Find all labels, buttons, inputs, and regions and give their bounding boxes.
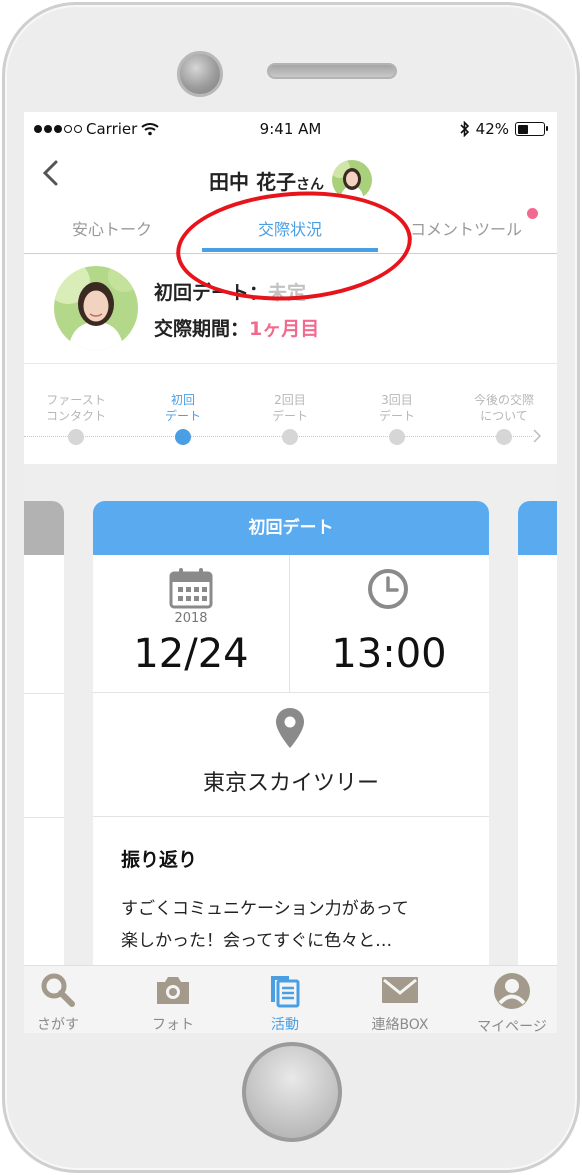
period-value: 1ヶ月目: [249, 318, 320, 340]
calendar-icon: [169, 568, 213, 609]
front-camera: [177, 51, 223, 97]
step-dot-active: [175, 429, 191, 445]
step-third-date[interactable]: 3回目 デート: [352, 392, 442, 424]
next-card[interactable]: [518, 501, 557, 1021]
place-row: 東京スカイツリー: [93, 693, 489, 817]
tab-search[interactable]: さがす: [24, 972, 108, 1033]
bluetooth-icon: [460, 121, 469, 137]
period-line: 交際期間：1ヶ月目: [154, 314, 319, 341]
review-text: すごくコミュニケーション力があって 楽しかった！会ってすぐに色々と…: [121, 899, 409, 951]
card-title: 初回デート: [93, 501, 489, 555]
status-bar: Carrier 9:41 AM 42%: [24, 112, 557, 146]
step-first-date[interactable]: 初回 デート: [138, 392, 228, 424]
date-year: 2018: [174, 611, 208, 626]
step-dot: [496, 429, 512, 445]
search-icon: [41, 973, 75, 1007]
documents-icon: [271, 976, 300, 1008]
date-value: 12/24: [133, 631, 249, 677]
camera-icon: [157, 977, 189, 1004]
tab-activity[interactable]: 活動: [235, 972, 335, 1033]
previous-card[interactable]: [24, 501, 64, 1021]
time-value: 13:00: [331, 631, 447, 677]
battery-percent: 42%: [475, 120, 509, 138]
status-right: 42%: [460, 120, 548, 138]
tab-comment-tool[interactable]: コメントツール: [410, 216, 522, 240]
tab-my-page[interactable]: マイページ: [462, 972, 557, 1033]
tab-photo[interactable]: フォト: [123, 972, 223, 1033]
step-future[interactable]: 今後の交際 について: [459, 392, 549, 424]
page-title: 田中 花子さん: [209, 169, 324, 194]
period-label: 交際期間：: [154, 318, 250, 340]
step-track: [24, 436, 532, 437]
step-dot: [389, 429, 405, 445]
progress-steps: ファースト コンタクト 初回 デート 2回目 デート 3回目 デート 今後の交際 について: [24, 364, 557, 464]
step-dot: [282, 429, 298, 445]
date-card-carousel[interactable]: 初回デート 2018 12/24 13:00 東京スカイツリー 振り返り すごく…: [24, 464, 557, 1024]
home-button[interactable]: [242, 1042, 342, 1142]
notification-badge: [527, 208, 538, 219]
bottom-tab-bar: さがす フォト 活動 連絡BOX マイページ: [24, 965, 557, 1033]
earpiece-speaker: [267, 63, 397, 79]
step-second-date[interactable]: 2回目 デート: [245, 392, 335, 424]
chevron-right-icon: [533, 429, 542, 443]
step-dot: [68, 429, 84, 445]
tab-contact-box[interactable]: 連絡BOX: [350, 972, 450, 1033]
person-icon: [494, 973, 530, 1009]
date-detail-card[interactable]: 初回デート 2018 12/24 13:00 東京スカイツリー 振り返り すごく…: [93, 501, 489, 1021]
partner-avatar: [54, 266, 138, 350]
battery-icon: [515, 122, 548, 136]
mail-icon: [382, 977, 418, 1003]
date-time-row: 2018 12/24 13:00: [93, 555, 489, 693]
place-name: 東京スカイツリー: [202, 771, 379, 796]
location-pin-icon: [276, 708, 304, 748]
review-title: 振り返り: [121, 849, 198, 871]
tab-safe-talk[interactable]: 安心トーク: [72, 216, 152, 240]
clock-icon: [368, 569, 408, 609]
step-first-contact[interactable]: ファースト コンタクト: [31, 392, 121, 424]
